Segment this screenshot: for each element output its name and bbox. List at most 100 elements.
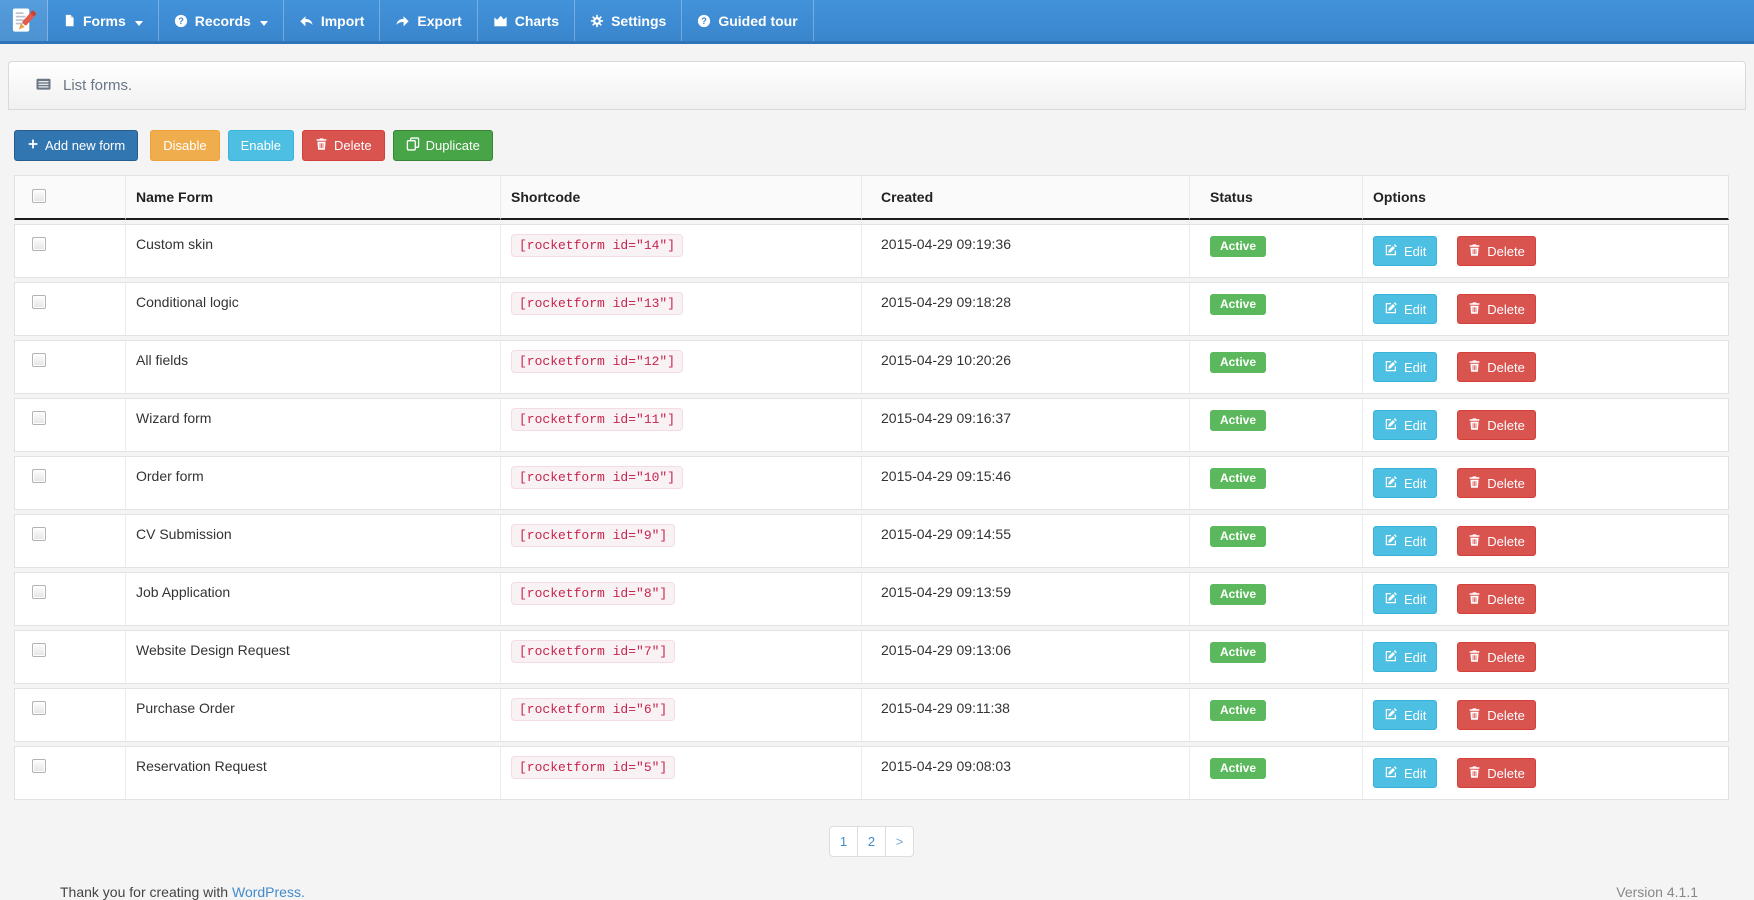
nav-records-label: Records [194, 12, 251, 29]
status-cell: Active [1190, 282, 1363, 336]
row-checkbox[interactable] [32, 701, 46, 715]
form-name: Order form [136, 468, 204, 484]
row-checkbox[interactable] [32, 411, 46, 425]
edit-button[interactable]: Edit [1373, 758, 1438, 788]
shortcode-value: [rocketform id="11"] [511, 408, 684, 431]
top-navbar: Forms ? Records Import Export Charts Set… [0, 0, 1754, 44]
page-next-button[interactable]: > [885, 826, 914, 857]
delete-button[interactable]: Delete [1457, 352, 1536, 382]
shortcode-cell: [rocketform id="7"] [501, 630, 862, 684]
edit-label: Edit [1404, 243, 1427, 259]
edit-button[interactable]: Edit [1373, 642, 1438, 672]
edit-button[interactable]: Edit [1373, 410, 1438, 440]
created-value: 2015-04-29 09:16:37 [881, 410, 1011, 426]
edit-label: Edit [1404, 533, 1427, 549]
status-cell: Active [1190, 688, 1363, 742]
form-name-cell: Custom skin [126, 224, 501, 278]
disable-button[interactable]: Disable [150, 130, 220, 161]
nav-settings-link[interactable]: Settings [575, 0, 681, 41]
shortcode-value: [rocketform id="7"] [511, 640, 676, 663]
edit-button[interactable]: Edit [1373, 700, 1438, 730]
delete-selected-button[interactable]: Delete [302, 130, 385, 161]
form-name-cell: All fields [126, 340, 501, 394]
options-cell: Edit Delete [1363, 688, 1729, 742]
row-checkbox[interactable] [32, 759, 46, 773]
status-badge: Active [1210, 700, 1267, 721]
row-checkbox[interactable] [32, 585, 46, 599]
app-logo[interactable] [0, 0, 47, 41]
row-select-cell [14, 282, 126, 336]
status-badge: Active [1210, 352, 1267, 373]
delete-label: Delete [1487, 417, 1525, 433]
edit-button[interactable]: Edit [1373, 468, 1438, 498]
nav-guided-tour-link[interactable]: ? Guided tour [682, 0, 812, 41]
delete-button[interactable]: Delete [1457, 410, 1536, 440]
nav-import-link[interactable]: Import [284, 0, 380, 41]
pagination-item: 1 [829, 826, 858, 857]
pagination-item: > [885, 826, 914, 857]
footer-thankyou-prefix: Thank you for creating with [60, 884, 232, 900]
edit-label: Edit [1404, 591, 1427, 607]
row-checkbox[interactable] [32, 469, 46, 483]
delete-button[interactable]: Delete [1457, 526, 1536, 556]
delete-button[interactable]: Delete [1457, 584, 1536, 614]
table-row: Job Application [rocketform id="8"] 2015… [14, 572, 1729, 626]
nav-charts-link[interactable]: Charts [478, 0, 574, 41]
pencil-square-icon [1384, 591, 1398, 608]
form-name-cell: Purchase Order [126, 688, 501, 742]
page-1-button[interactable]: 1 [829, 826, 858, 857]
edit-button[interactable]: Edit [1373, 526, 1438, 556]
created-cell: 2015-04-29 09:19:36 [862, 224, 1190, 278]
navbar-logo-item [0, 0, 48, 41]
trash-icon [1468, 649, 1481, 666]
table-row: Custom skin [rocketform id="14"] 2015-04… [14, 224, 1729, 278]
select-all-checkbox[interactable] [32, 189, 46, 203]
row-checkbox[interactable] [32, 527, 46, 541]
table-row: CV Submission [rocketform id="9"] 2015-0… [14, 514, 1729, 568]
header-options: Options [1363, 175, 1729, 220]
header-status: Status [1190, 175, 1363, 220]
nav-records-link[interactable]: ? Records [159, 0, 283, 41]
page-title: List forms. [63, 77, 133, 94]
table-row: Conditional logic [rocketform id="13"] 2… [14, 282, 1729, 336]
delete-button[interactable]: Delete [1457, 468, 1536, 498]
navbar-menu: Forms ? Records Import Export Charts Set… [0, 0, 1754, 41]
row-checkbox[interactable] [32, 295, 46, 309]
page-2-button[interactable]: 2 [857, 826, 886, 857]
edit-button[interactable]: Edit [1373, 584, 1438, 614]
shortcode-cell: [rocketform id="5"] [501, 746, 862, 800]
edit-button[interactable]: Edit [1373, 236, 1438, 266]
reply-arrow-icon [299, 14, 314, 28]
edit-button[interactable]: Edit [1373, 352, 1438, 382]
area-chart-icon [493, 14, 508, 28]
footer-version-text: Version 4.1.1 [1616, 884, 1698, 900]
delete-button[interactable]: Delete [1457, 294, 1536, 324]
trash-icon [1468, 591, 1481, 608]
delete-button[interactable]: Delete [1457, 758, 1536, 788]
form-name: Website Design Request [136, 642, 290, 658]
nav-forms-link[interactable]: Forms [48, 0, 158, 41]
duplicate-button[interactable]: Duplicate [392, 130, 493, 161]
enable-button[interactable]: Enable [227, 130, 295, 161]
delete-button[interactable]: Delete [1457, 642, 1536, 672]
delete-button[interactable]: Delete [1457, 236, 1536, 266]
forms-table: Name Form Shortcode Created Status Optio… [14, 171, 1729, 804]
delete-button[interactable]: Delete [1457, 700, 1536, 730]
status-badge: Active [1210, 584, 1267, 605]
edit-button[interactable]: Edit [1373, 294, 1438, 324]
trash-icon [1468, 707, 1481, 724]
forms-table-header: Name Form Shortcode Created Status Optio… [14, 175, 1729, 220]
shortcode-cell: [rocketform id="11"] [501, 398, 862, 452]
row-checkbox[interactable] [32, 353, 46, 367]
footer-link[interactable]: WordPress. [232, 884, 305, 900]
edit-label: Edit [1404, 301, 1427, 317]
status-cell: Active [1190, 340, 1363, 394]
forms-toolbar: Add new form Disable Enable Delete Dupli… [14, 130, 1740, 161]
add-new-form-button[interactable]: Add new form [14, 130, 139, 161]
row-select-cell [14, 514, 126, 568]
row-checkbox[interactable] [32, 643, 46, 657]
row-checkbox[interactable] [32, 237, 46, 251]
form-name-cell: Order form [126, 456, 501, 510]
nav-export-link[interactable]: Export [380, 0, 476, 41]
nav-item-settings: Settings [575, 0, 683, 41]
